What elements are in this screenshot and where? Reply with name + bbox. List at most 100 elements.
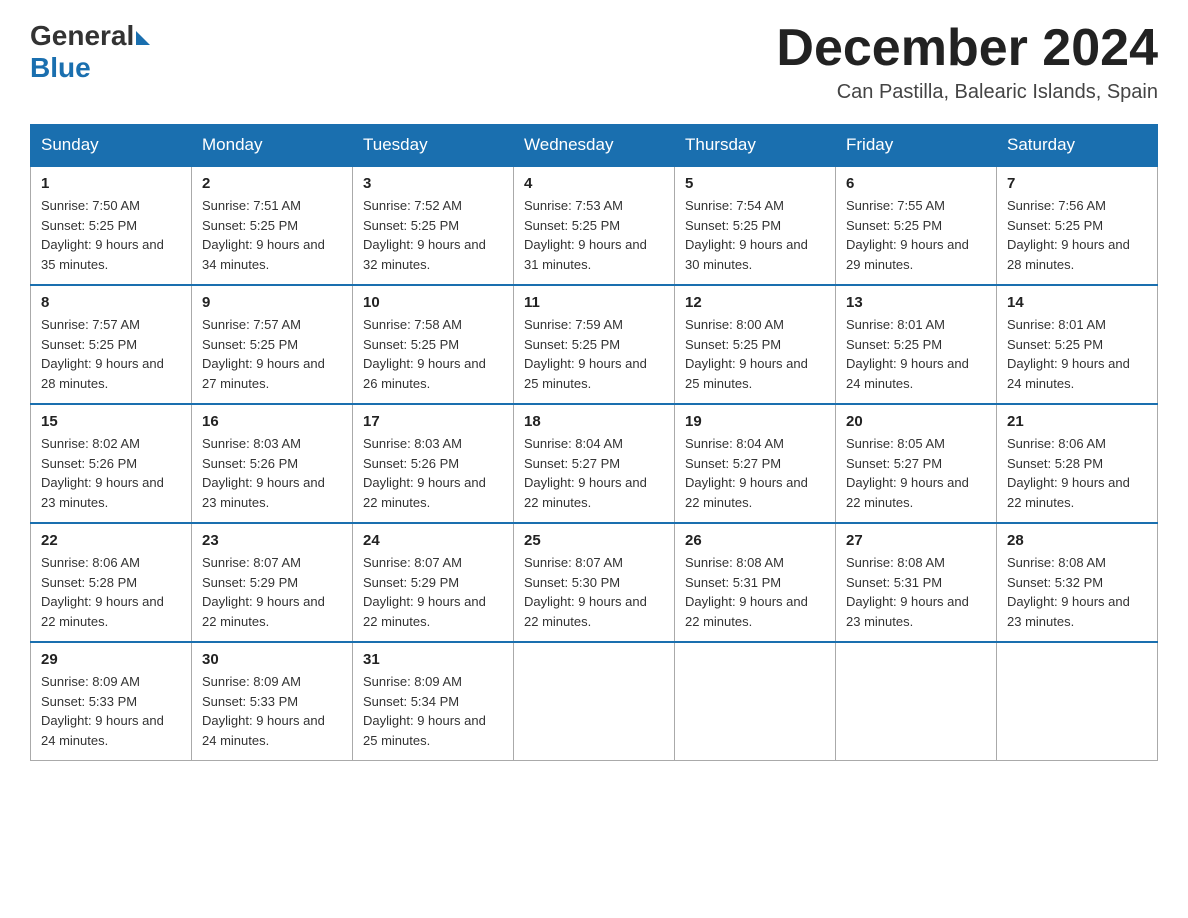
day-info: Sunrise: 8:06 AM Sunset: 5:28 PM Dayligh… — [41, 553, 181, 631]
logo: General Blue — [30, 20, 150, 84]
sunrise-label: Sunrise: 8:07 AM — [202, 555, 301, 570]
location-title: Can Pastilla, Balearic Islands, Spain — [776, 81, 1158, 104]
sunset-label: Sunset: 5:25 PM — [363, 218, 459, 233]
sunset-label: Sunset: 5:25 PM — [846, 337, 942, 352]
sunset-label: Sunset: 5:25 PM — [363, 337, 459, 352]
page-header: General Blue December 2024 Can Pastilla,… — [30, 20, 1158, 104]
day-number: 1 — [41, 175, 181, 192]
sunrise-label: Sunrise: 7:56 AM — [1007, 198, 1106, 213]
daylight-label: Daylight: 9 hours and 24 minutes. — [41, 713, 164, 748]
sunset-label: Sunset: 5:31 PM — [685, 575, 781, 590]
daylight-label: Daylight: 9 hours and 29 minutes. — [846, 237, 969, 272]
daylight-label: Daylight: 9 hours and 28 minutes. — [1007, 237, 1130, 272]
sunrise-label: Sunrise: 8:08 AM — [846, 555, 945, 570]
calendar-cell: 2 Sunrise: 7:51 AM Sunset: 5:25 PM Dayli… — [192, 166, 353, 285]
daylight-label: Daylight: 9 hours and 22 minutes. — [363, 594, 486, 629]
sunrise-label: Sunrise: 8:06 AM — [1007, 436, 1106, 451]
daylight-label: Daylight: 9 hours and 25 minutes. — [685, 356, 808, 391]
day-number: 16 — [202, 413, 342, 430]
day-number: 26 — [685, 532, 825, 549]
sunset-label: Sunset: 5:25 PM — [685, 337, 781, 352]
day-number: 11 — [524, 294, 664, 311]
daylight-label: Daylight: 9 hours and 23 minutes. — [41, 475, 164, 510]
calendar-cell — [514, 642, 675, 761]
calendar-week-3: 15 Sunrise: 8:02 AM Sunset: 5:26 PM Dayl… — [31, 404, 1158, 523]
calendar-cell: 12 Sunrise: 8:00 AM Sunset: 5:25 PM Dayl… — [675, 285, 836, 404]
calendar-week-4: 22 Sunrise: 8:06 AM Sunset: 5:28 PM Dayl… — [31, 523, 1158, 642]
day-number: 31 — [363, 651, 503, 668]
calendar-cell: 23 Sunrise: 8:07 AM Sunset: 5:29 PM Dayl… — [192, 523, 353, 642]
sunset-label: Sunset: 5:25 PM — [524, 218, 620, 233]
sunset-label: Sunset: 5:25 PM — [202, 337, 298, 352]
daylight-label: Daylight: 9 hours and 22 minutes. — [685, 594, 808, 629]
calendar-header-monday: Monday — [192, 125, 353, 167]
sunrise-label: Sunrise: 7:54 AM — [685, 198, 784, 213]
day-number: 4 — [524, 175, 664, 192]
sunrise-label: Sunrise: 8:09 AM — [41, 674, 140, 689]
sunset-label: Sunset: 5:29 PM — [363, 575, 459, 590]
calendar-cell: 18 Sunrise: 8:04 AM Sunset: 5:27 PM Dayl… — [514, 404, 675, 523]
sunrise-label: Sunrise: 7:58 AM — [363, 317, 462, 332]
sunrise-label: Sunrise: 8:08 AM — [685, 555, 784, 570]
calendar-week-1: 1 Sunrise: 7:50 AM Sunset: 5:25 PM Dayli… — [31, 166, 1158, 285]
daylight-label: Daylight: 9 hours and 26 minutes. — [363, 356, 486, 391]
day-number: 7 — [1007, 175, 1147, 192]
sunrise-label: Sunrise: 7:52 AM — [363, 198, 462, 213]
sunrise-label: Sunrise: 8:04 AM — [685, 436, 784, 451]
day-number: 2 — [202, 175, 342, 192]
month-title: December 2024 — [776, 20, 1158, 77]
logo-general: General — [30, 20, 134, 52]
calendar-cell — [997, 642, 1158, 761]
day-number: 27 — [846, 532, 986, 549]
sunset-label: Sunset: 5:26 PM — [202, 456, 298, 471]
day-number: 3 — [363, 175, 503, 192]
title-block: December 2024 Can Pastilla, Balearic Isl… — [776, 20, 1158, 104]
sunrise-label: Sunrise: 8:03 AM — [363, 436, 462, 451]
day-number: 12 — [685, 294, 825, 311]
sunrise-label: Sunrise: 8:08 AM — [1007, 555, 1106, 570]
sunset-label: Sunset: 5:29 PM — [202, 575, 298, 590]
sunrise-label: Sunrise: 8:07 AM — [363, 555, 462, 570]
day-info: Sunrise: 8:07 AM Sunset: 5:29 PM Dayligh… — [202, 553, 342, 631]
sunrise-label: Sunrise: 8:03 AM — [202, 436, 301, 451]
sunrise-label: Sunrise: 7:53 AM — [524, 198, 623, 213]
day-info: Sunrise: 7:53 AM Sunset: 5:25 PM Dayligh… — [524, 196, 664, 274]
calendar-cell: 26 Sunrise: 8:08 AM Sunset: 5:31 PM Dayl… — [675, 523, 836, 642]
calendar-table: SundayMondayTuesdayWednesdayThursdayFrid… — [30, 124, 1158, 761]
calendar-cell: 30 Sunrise: 8:09 AM Sunset: 5:33 PM Dayl… — [192, 642, 353, 761]
sunset-label: Sunset: 5:34 PM — [363, 694, 459, 709]
calendar-cell: 22 Sunrise: 8:06 AM Sunset: 5:28 PM Dayl… — [31, 523, 192, 642]
sunrise-label: Sunrise: 7:59 AM — [524, 317, 623, 332]
sunset-label: Sunset: 5:25 PM — [1007, 337, 1103, 352]
day-info: Sunrise: 7:54 AM Sunset: 5:25 PM Dayligh… — [685, 196, 825, 274]
calendar-cell: 13 Sunrise: 8:01 AM Sunset: 5:25 PM Dayl… — [836, 285, 997, 404]
day-number: 22 — [41, 532, 181, 549]
calendar-week-5: 29 Sunrise: 8:09 AM Sunset: 5:33 PM Dayl… — [31, 642, 1158, 761]
calendar-cell: 11 Sunrise: 7:59 AM Sunset: 5:25 PM Dayl… — [514, 285, 675, 404]
day-info: Sunrise: 8:04 AM Sunset: 5:27 PM Dayligh… — [524, 434, 664, 512]
day-info: Sunrise: 8:06 AM Sunset: 5:28 PM Dayligh… — [1007, 434, 1147, 512]
sunrise-label: Sunrise: 8:01 AM — [846, 317, 945, 332]
sunrise-label: Sunrise: 8:07 AM — [524, 555, 623, 570]
sunset-label: Sunset: 5:28 PM — [41, 575, 137, 590]
sunrise-label: Sunrise: 8:09 AM — [363, 674, 462, 689]
daylight-label: Daylight: 9 hours and 27 minutes. — [202, 356, 325, 391]
day-info: Sunrise: 8:09 AM Sunset: 5:33 PM Dayligh… — [202, 672, 342, 750]
day-number: 10 — [363, 294, 503, 311]
day-number: 6 — [846, 175, 986, 192]
day-number: 18 — [524, 413, 664, 430]
calendar-header-wednesday: Wednesday — [514, 125, 675, 167]
daylight-label: Daylight: 9 hours and 23 minutes. — [846, 594, 969, 629]
sunset-label: Sunset: 5:32 PM — [1007, 575, 1103, 590]
sunset-label: Sunset: 5:26 PM — [41, 456, 137, 471]
day-info: Sunrise: 8:07 AM Sunset: 5:30 PM Dayligh… — [524, 553, 664, 631]
sunset-label: Sunset: 5:25 PM — [846, 218, 942, 233]
calendar-cell: 15 Sunrise: 8:02 AM Sunset: 5:26 PM Dayl… — [31, 404, 192, 523]
sunset-label: Sunset: 5:33 PM — [41, 694, 137, 709]
sunset-label: Sunset: 5:25 PM — [685, 218, 781, 233]
day-number: 24 — [363, 532, 503, 549]
day-number: 9 — [202, 294, 342, 311]
sunset-label: Sunset: 5:28 PM — [1007, 456, 1103, 471]
daylight-label: Daylight: 9 hours and 22 minutes. — [1007, 475, 1130, 510]
day-number: 14 — [1007, 294, 1147, 311]
